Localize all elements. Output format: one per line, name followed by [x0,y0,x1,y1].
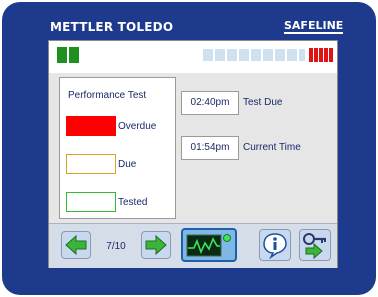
overdue-label: Overdue [118,121,157,132]
current-time-value: 01:54pm [181,136,239,160]
signal-graph-button[interactable] [181,228,237,262]
status-segment-red [314,48,318,62]
status-segment-light [299,49,306,61]
page-indicator: 7/10 [106,241,126,252]
status-segment-green [69,47,79,63]
tested-label: Tested [118,197,148,208]
info-icon [263,233,287,260]
status-segment-red [309,48,313,62]
status-segment-light [251,49,262,61]
status-segment-light [263,49,274,61]
status-segment-light [203,49,214,61]
status-segment-red [329,48,333,62]
performance-test-legend: Performance Test Overdue Due Tested [59,77,176,219]
status-segment-red [324,48,328,62]
status-segment-red [319,48,323,62]
legend-title: Performance Test [68,90,147,101]
arrow-left-icon [65,234,87,256]
current-time-label: Current Time [243,142,301,153]
due-swatch [66,154,116,174]
tested-swatch [66,192,116,212]
device-panel: METTLER TOLEDO SAFELINE Performance Test… [2,2,376,295]
test-due-label: Test Due [243,97,283,108]
arrow-right-icon [145,234,167,256]
due-label: Due [118,159,137,170]
status-bar [49,41,337,73]
login-button[interactable] [299,229,331,261]
overdue-swatch [66,116,116,136]
brand-logo-right: SAFELINE [284,19,344,34]
status-segment-light [287,49,298,61]
status-segment-green [57,47,67,63]
toolbar: 7/10 [49,223,337,268]
status-segment-light [239,49,250,61]
brand-logo-left: METTLER TOLEDO [50,20,174,34]
waveform-icon [186,234,231,257]
test-due-time: 02:40pm [181,91,239,115]
info-button[interactable] [259,229,291,261]
next-page-button[interactable] [141,231,171,259]
status-segment-light [227,49,238,61]
status-segment-light [275,49,286,61]
status-segment-light [215,49,226,61]
display-screen: Performance Test Overdue Due Tested 02:4… [48,40,338,268]
key-logout-icon [303,233,326,260]
previous-page-button[interactable] [61,231,91,259]
